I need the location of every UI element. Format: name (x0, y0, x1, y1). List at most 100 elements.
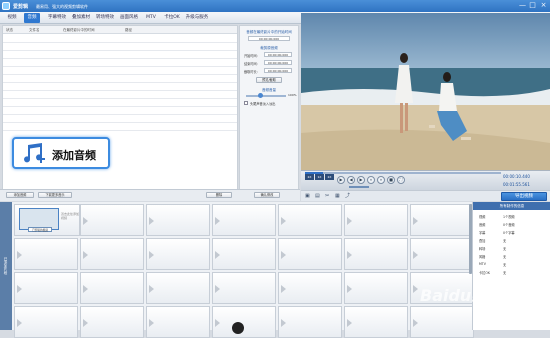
confirm-bottom-button[interactable]: 确认修改 (254, 192, 280, 198)
slot-arrow-icon (281, 285, 286, 293)
scissors-bubble-icon[interactable] (232, 322, 244, 334)
tab-picture-style[interactable]: 画面风格 (118, 13, 140, 23)
maximize-button[interactable]: □ (528, 1, 537, 10)
row-divider (3, 82, 237, 83)
app-slogan: 最易用、强大的视频剪辑软件 (36, 3, 88, 9)
timeline-slot[interactable] (278, 204, 342, 236)
delete-button[interactable]: 删除 (206, 192, 232, 198)
timeline-slot[interactable] (344, 272, 408, 304)
timeline-slot[interactable] (80, 238, 144, 270)
timeline-slot[interactable] (212, 272, 276, 304)
save-icon[interactable]: ▦ (335, 193, 341, 199)
clip-section-title: 裁剪原音频 (260, 46, 278, 50)
col-status: 状态 (6, 27, 13, 32)
timeline-slot[interactable] (278, 238, 342, 270)
clip-thumbnail[interactable]: 已剪辑的视频 (19, 208, 59, 232)
fullscreen-icon[interactable]: ⛶ (397, 176, 405, 184)
timeline-slot[interactable] (410, 204, 474, 236)
progress-track[interactable] (305, 172, 501, 174)
timeline-slot[interactable] (278, 306, 342, 338)
timeline-slot[interactable] (146, 272, 210, 304)
tab-transitions[interactable]: 转场特效 (94, 13, 116, 23)
camera-icon[interactable]: ▣ (305, 193, 311, 199)
add-audio-button[interactable]: 添加音频 (6, 192, 34, 198)
timeline-slot[interactable] (146, 238, 210, 270)
tab-karaoke[interactable]: 卡拉OK (162, 13, 182, 23)
stop-icon[interactable]: ■ (387, 176, 395, 184)
timeline-slot[interactable] (344, 238, 408, 270)
prev-frame-icon[interactable]: ◀ (347, 176, 355, 184)
tab-overlay[interactable]: 叠加素材 (70, 13, 92, 23)
minimize-button[interactable]: — (518, 1, 527, 10)
timeline-slot[interactable] (212, 238, 276, 270)
slot-arrow-icon (83, 251, 88, 259)
info-value: 无 (503, 271, 507, 275)
current-time: 00:00:10.440 (503, 174, 530, 179)
timeline-slot[interactable] (410, 306, 474, 338)
next-frame-icon[interactable]: ▶ (357, 176, 365, 184)
speed-1x-button[interactable]: 1X (315, 174, 324, 180)
clip-hint: 双击此处添加视频 (61, 212, 80, 220)
slot-arrow-icon (215, 251, 220, 259)
tab-video[interactable]: 视频 (4, 13, 20, 23)
tab-upgrade[interactable]: 升级与服务 (184, 13, 210, 23)
folder-icon[interactable]: ▤ (315, 193, 321, 199)
add-audio-callout[interactable]: 添加音频 (12, 137, 110, 169)
callout-text: 添加音频 (52, 149, 96, 162)
clip-duration-field[interactable]: 00:00:00.000 (264, 68, 292, 73)
info-value: 无 (503, 239, 507, 243)
info-value: 0个音频 (503, 223, 515, 227)
fade-checkbox[interactable] (244, 101, 248, 105)
scissors-icon[interactable]: ✂ (325, 193, 331, 199)
timeline-slot[interactable] (14, 272, 78, 304)
close-button[interactable]: × (539, 1, 548, 10)
audio-list[interactable]: 状态 文件名 在最终影片中的时间 路径 (2, 25, 238, 200)
timeline-slot[interactable] (344, 306, 408, 338)
row-divider (3, 122, 237, 123)
timeline-slot[interactable] (212, 306, 276, 338)
clip-end-field[interactable]: 00:00:00.000 (264, 60, 292, 65)
timeline-slot[interactable] (212, 204, 276, 236)
volume-bar[interactable] (349, 186, 369, 188)
timeline-slot[interactable] (14, 306, 78, 338)
row-divider (3, 50, 237, 51)
timeline-slot[interactable] (146, 204, 210, 236)
tab-subtitle-effects[interactable]: 字幕特效 (46, 13, 68, 23)
info-value: 无 (503, 247, 507, 251)
timeline-slot[interactable] (278, 272, 342, 304)
info-value: 1个视频 (503, 215, 515, 219)
play-icon[interactable]: ▶ (337, 176, 345, 184)
clip-cell[interactable]: 已剪辑的视频 双击此处添加视频 (14, 204, 80, 236)
share-icon[interactable]: ⤴ (345, 193, 351, 199)
slot-arrow-icon (215, 319, 220, 327)
start-time-field[interactable]: 00:00:00.000 (248, 36, 290, 41)
timeline-slot[interactable] (80, 272, 144, 304)
speed-fast-button[interactable]: 2X (325, 174, 334, 180)
rewind-icon[interactable]: « (367, 176, 375, 184)
export-video-button[interactable]: 导出视频 (501, 192, 547, 201)
preview-clip-button[interactable]: 预览/截取 (256, 77, 282, 83)
music-note-icon (24, 143, 45, 163)
slot-arrow-icon (347, 217, 352, 225)
timeline-slot[interactable] (80, 306, 144, 338)
timeline-slot[interactable] (410, 238, 474, 270)
timeline-slot[interactable] (344, 204, 408, 236)
volume-slider-knob[interactable] (258, 92, 263, 98)
tab-audio[interactable]: 音频 (24, 13, 40, 23)
timeline-slot[interactable] (146, 306, 210, 338)
timeline-slot[interactable] (14, 238, 78, 270)
download-music-button[interactable]: 下载更多音乐 (38, 192, 72, 198)
speed-2x-button[interactable]: 2X (305, 174, 314, 180)
volume-slider[interactable] (246, 95, 286, 97)
tab-mtv[interactable]: MTV (142, 13, 160, 23)
info-key: 字幕 (479, 231, 486, 235)
forward-icon[interactable]: » (377, 176, 385, 184)
row-divider (3, 114, 237, 115)
clip-start-field[interactable]: 00:00:00.000 (264, 52, 292, 57)
timeline-slot[interactable] (80, 204, 144, 236)
app-title: 爱剪辑 (13, 4, 29, 10)
audio-settings-panel: 音频在最终影片中的开始时间 00:00:00.000 裁剪原音频 开始时间： 0… (239, 25, 299, 200)
col-time-in-film: 在最终影片中的时间 (63, 27, 95, 32)
video-preview[interactable] (301, 13, 550, 170)
info-key: 风格 (479, 255, 486, 259)
